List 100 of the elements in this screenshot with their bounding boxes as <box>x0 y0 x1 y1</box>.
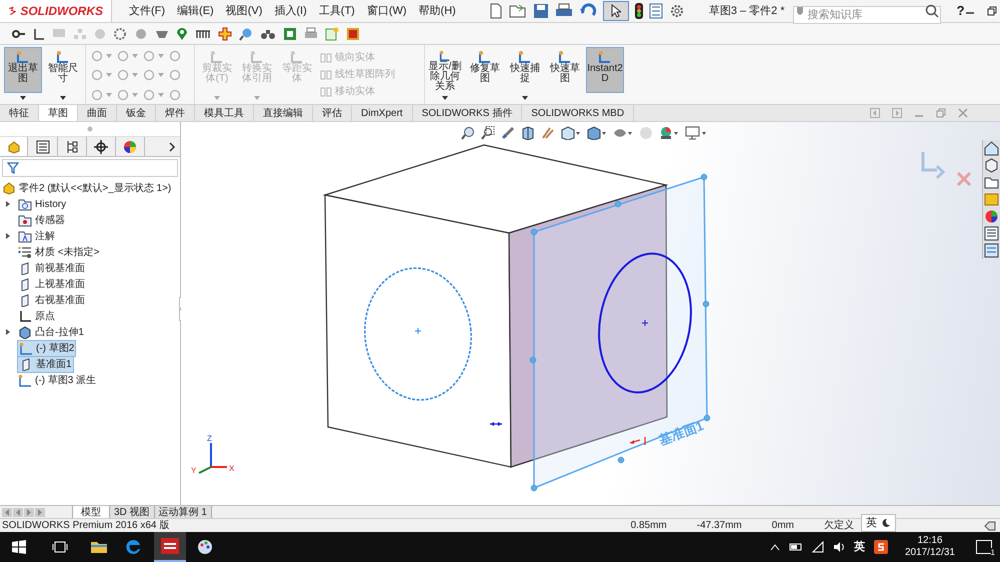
section-view-icon[interactable] <box>521 126 535 140</box>
tab[interactable]: 3D 视图 <box>110 506 155 518</box>
tree-item[interactable]: (-) 草图2 <box>17 340 76 356</box>
tab[interactable]: 模型 <box>72 506 110 518</box>
grip-icon[interactable] <box>87 126 93 132</box>
filter-field[interactable] <box>2 159 178 177</box>
chevron-up-icon[interactable] <box>770 543 780 551</box>
magnifier-icon[interactable] <box>239 26 253 40</box>
tree-item[interactable]: 右视基准面 <box>17 292 86 308</box>
first-icon[interactable] <box>2 508 12 516</box>
caret-icon[interactable] <box>522 96 528 100</box>
paint-palette-icon[interactable] <box>196 538 214 556</box>
new-document-icon[interactable] <box>488 3 503 19</box>
previous-view-icon[interactable] <box>501 126 515 140</box>
tree-item[interactable]: 注解 <box>17 228 56 244</box>
home-icon[interactable] <box>983 140 1000 157</box>
restore-icon[interactable] <box>986 6 997 16</box>
volume-icon[interactable] <box>832 541 845 553</box>
tab[interactable]: 运动算例 1 <box>154 506 212 518</box>
tab[interactable]: SOLIDWORKS 插件 <box>412 105 522 121</box>
tree-item[interactable]: History <box>17 196 68 212</box>
help-button[interactable]: ? <box>956 1 965 21</box>
tab[interactable]: 草图 <box>39 105 78 121</box>
gear-icon[interactable] <box>113 26 127 40</box>
menu-item[interactable]: 视图(V) <box>220 2 268 20</box>
key-icon[interactable] <box>12 28 26 38</box>
search-icon[interactable] <box>924 4 939 18</box>
menu-item[interactable]: 编辑(E) <box>172 2 219 20</box>
reference-plane[interactable] <box>530 174 710 492</box>
command-button[interactable]: 显示/删除几何关系 <box>426 47 464 93</box>
help-book-icon[interactable] <box>346 26 360 40</box>
command-button[interactable]: 快速草图 <box>546 47 584 93</box>
tree-item[interactable]: 零件2 (默认<<默认>_显示状态 1>) <box>19 180 172 196</box>
zoom-fit-icon[interactable] <box>461 126 475 140</box>
tree-item[interactable]: 凸台-拉伸1 <box>17 324 85 340</box>
input-language[interactable]: 英 <box>854 538 865 556</box>
command-button[interactable]: 修复草图 <box>466 47 504 93</box>
open-folder-icon[interactable] <box>508 3 527 19</box>
previous-icon[interactable] <box>13 508 23 516</box>
save-icon[interactable] <box>532 3 549 19</box>
tree-item[interactable]: 前视基准面 <box>17 260 86 276</box>
command-button[interactable]: 退出草图 <box>4 47 42 93</box>
tree-item[interactable]: 原点 <box>17 308 56 324</box>
list-icon[interactable] <box>648 3 663 19</box>
location-pin-icon[interactable] <box>176 26 188 40</box>
battery-icon[interactable] <box>788 542 803 552</box>
command-button[interactable]: 快速捕捉 <box>506 47 544 93</box>
next-icon[interactable] <box>24 508 34 516</box>
menu-item[interactable]: 窗口(W) <box>362 2 412 20</box>
tree-item[interactable]: 材质 <未指定> <box>17 244 100 260</box>
printer-icon[interactable] <box>304 26 318 40</box>
cube-icon[interactable] <box>983 157 1000 174</box>
last-icon[interactable] <box>35 508 45 516</box>
wifi-icon[interactable] <box>812 541 824 553</box>
color-ball-icon[interactable] <box>983 208 1000 225</box>
clock-date[interactable]: 2017/12/31 <box>904 547 955 559</box>
dynamic-annotation-icon[interactable] <box>541 126 555 140</box>
feature-manager-tab[interactable] <box>0 137 28 156</box>
spreadsheet-icon[interactable] <box>283 26 297 40</box>
caret-icon[interactable] <box>60 96 66 100</box>
printer-icon[interactable] <box>554 3 573 19</box>
caret-icon[interactable] <box>442 96 448 100</box>
display-style-icon[interactable] <box>587 126 607 140</box>
task-view-icon[interactable] <box>52 540 68 554</box>
caret-icon[interactable] <box>20 96 26 100</box>
menu-item[interactable]: 文件(F) <box>124 2 170 20</box>
sketch-circle[interactable] <box>598 252 692 394</box>
select-button[interactable] <box>602 1 629 21</box>
expand-arrow-icon[interactable] <box>6 201 10 207</box>
undo-icon[interactable] <box>578 3 597 19</box>
browser-icon[interactable] <box>126 539 142 555</box>
command-button[interactable]: 智能尺寸 <box>44 47 82 93</box>
zoom-area-icon[interactable] <box>481 126 495 140</box>
search-field[interactable]: 搜索知识库 <box>792 6 941 24</box>
comb-icon[interactable] <box>195 28 211 40</box>
tree-item[interactable]: 基准面1 <box>17 356 74 372</box>
traffic-light-icon[interactable] <box>634 3 643 19</box>
tree-item[interactable]: 传感器 <box>17 212 66 228</box>
scene-icon[interactable] <box>659 126 679 140</box>
taskbar-app-button[interactable] <box>154 532 186 562</box>
menu-item[interactable]: 工具(T) <box>314 2 360 20</box>
menu-item[interactable]: 插入(I) <box>269 2 312 20</box>
notification-button[interactable]: 1 <box>976 540 992 554</box>
menu-item[interactable]: 帮助(H) <box>414 2 461 20</box>
angle-icon[interactable] <box>33 28 45 40</box>
settings-icon[interactable] <box>668 3 685 19</box>
list-icon[interactable] <box>983 225 1000 242</box>
sogou-icon[interactable] <box>874 540 888 554</box>
custom-properties-icon[interactable] <box>983 242 1000 259</box>
view-orientation-icon[interactable] <box>561 126 581 140</box>
expand-arrow-icon[interactable] <box>6 233 10 239</box>
binoculars-icon[interactable] <box>260 28 276 40</box>
clock-time[interactable]: 12:16 <box>917 535 942 547</box>
windows-start-icon[interactable] <box>12 540 26 554</box>
tree-item[interactable]: 上视基准面 <box>17 276 86 292</box>
command-button[interactable]: Instant2D <box>586 47 624 93</box>
expand-arrow-icon[interactable] <box>6 329 10 335</box>
chevron-right-icon[interactable] <box>168 142 176 152</box>
cross-icon[interactable] <box>218 26 232 40</box>
monitor-icon[interactable] <box>685 126 707 140</box>
